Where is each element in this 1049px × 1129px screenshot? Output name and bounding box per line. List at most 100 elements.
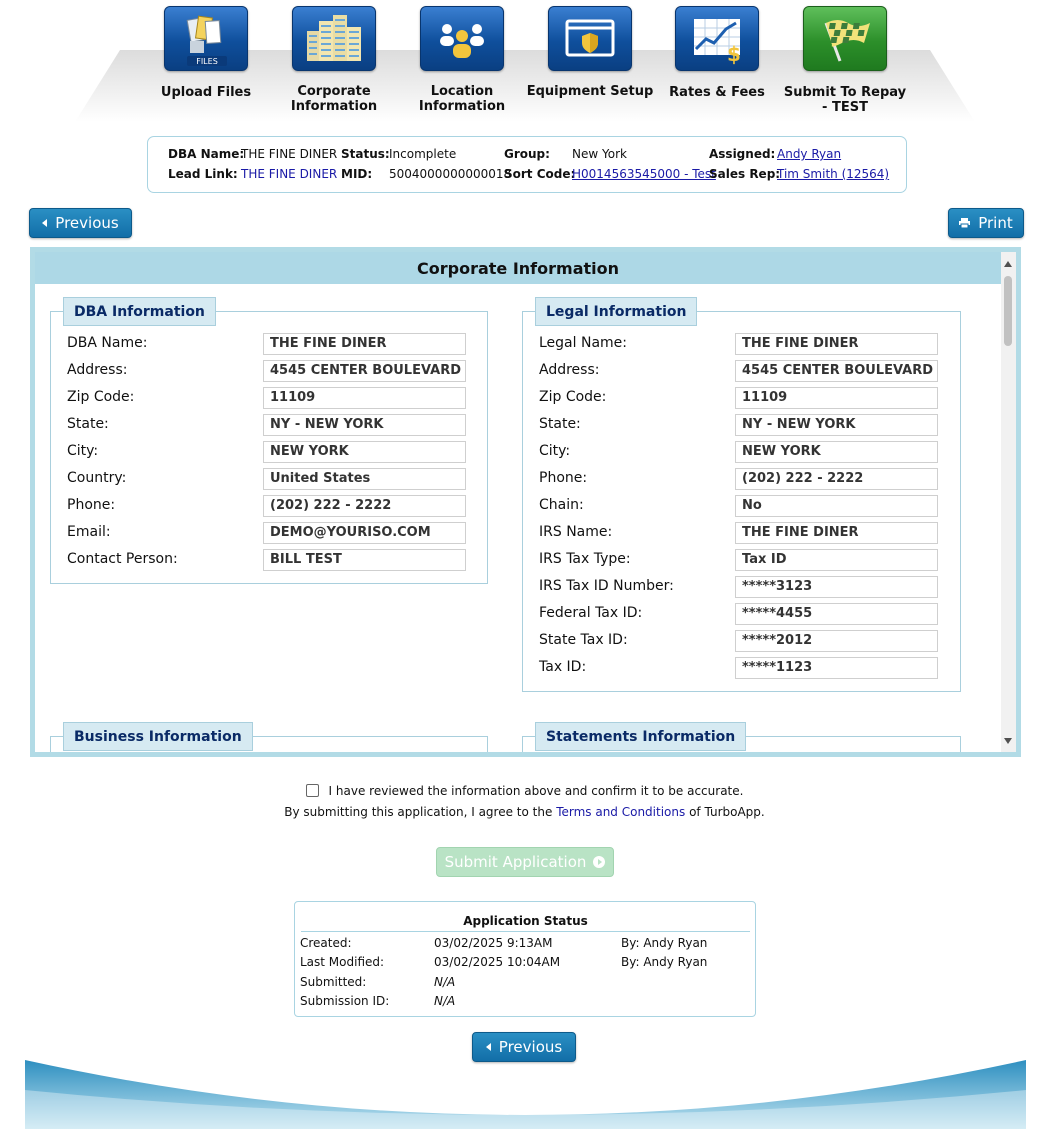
field-value: (202) 222 - 2222: [735, 468, 938, 490]
agree-text-suffix: of TurboApp.: [689, 805, 765, 819]
dba-field-row: DBA Name: THE FINE DINER: [67, 333, 487, 355]
created-label: Created:: [300, 936, 352, 950]
field-value: 4545 CENTER BOULEVARD: [735, 360, 938, 382]
scroll-down-arrow-icon[interactable]: [1004, 738, 1012, 744]
field-value: NEW YORK: [263, 441, 466, 463]
mid-value: 5004000000000018: [389, 167, 512, 181]
print-label: Print: [978, 214, 1013, 232]
created-value: 03/02/2025 9:13AM: [434, 936, 553, 950]
business-information-section: Business Information: [50, 722, 488, 752]
legal-field-row: Legal Name: THE FINE DINER: [539, 333, 959, 355]
previous-label: Previous: [55, 214, 119, 232]
field-value: 4545 CENTER BOULEVARD: [263, 360, 466, 382]
field-label: City:: [539, 443, 571, 459]
field-value: Tax ID: [735, 549, 938, 571]
scroll-thumb[interactable]: [1004, 276, 1012, 346]
status-value: Incomplete: [389, 147, 457, 161]
sort-code-link[interactable]: H0014563545000 - Test: [572, 167, 716, 181]
previous-button-bottom[interactable]: Previous: [472, 1032, 576, 1062]
legal-field-row: Tax ID: *****1123: [539, 657, 959, 679]
field-value: (202) 222 - 2222: [263, 495, 466, 517]
legal-information-legend: Legal Information: [535, 297, 698, 326]
submit-application-button[interactable]: Submit Application: [436, 847, 614, 877]
printer-icon: [959, 218, 971, 228]
nav-rates-fees[interactable]: $ Rates & Fees: [652, 6, 782, 100]
nav-submit-to-repay[interactable]: Submit To Repay - TEST: [780, 6, 910, 115]
field-label: Address:: [539, 362, 600, 378]
field-label: State:: [67, 416, 109, 432]
field-label: Federal Tax ID:: [539, 605, 643, 621]
field-value: DEMO@YOURISO.COM: [263, 522, 466, 544]
submission-id-value: N/A: [434, 994, 456, 1008]
confirm-checkbox[interactable]: [305, 784, 319, 797]
assigned-label: Assigned:: [709, 147, 776, 161]
legal-field-row: Federal Tax ID: *****4455: [539, 603, 959, 625]
field-value: No: [735, 495, 938, 517]
field-value: *****1123: [735, 657, 938, 679]
legal-field-row: Phone: (202) 222 - 2222: [539, 468, 959, 490]
legal-field-row: Address: 4545 CENTER BOULEVARD: [539, 360, 959, 382]
application-status-title: Application Status: [301, 914, 750, 932]
statements-information-legend: Statements Information: [535, 722, 747, 751]
scroll-up-arrow-icon[interactable]: [1004, 261, 1012, 267]
dba-field-row: City: NEW YORK: [67, 441, 487, 463]
corporate-information-panel[interactable]: Corporate Information DBA Information DB…: [30, 247, 1021, 757]
svg-text:$: $: [727, 42, 741, 66]
dba-field-row: Country: United States: [67, 468, 487, 490]
application-status-box: Application Status Created: 03/02/2025 9…: [294, 901, 756, 1017]
last-modified-value: 03/02/2025 10:04AM: [434, 955, 561, 969]
field-value: THE FINE DINER: [735, 522, 938, 544]
print-button[interactable]: Print: [948, 208, 1024, 238]
field-label: Address:: [67, 362, 128, 378]
statements-information-section: Statements Information: [522, 722, 961, 752]
nav-corporate-information[interactable]: Corporate Information: [269, 6, 399, 114]
field-value: NY - NEW YORK: [263, 414, 466, 436]
last-modified-label: Last Modified:: [300, 955, 385, 969]
terms-and-conditions-link[interactable]: Terms and Conditions: [556, 805, 685, 819]
dba-name-value: THE FINE DINER: [241, 147, 338, 161]
legal-field-row: State Tax ID: *****2012: [539, 630, 959, 652]
legal-field-row: Zip Code: 11109: [539, 387, 959, 409]
submitted-value: N/A: [434, 975, 456, 989]
lead-link[interactable]: THE FINE DINER: [241, 167, 337, 181]
field-value: NEW YORK: [735, 441, 938, 463]
sales-rep-link[interactable]: Tim Smith (12564): [777, 167, 889, 181]
legal-field-row: IRS Tax ID Number: *****3123: [539, 576, 959, 598]
field-label: Country:: [67, 470, 127, 486]
field-label: Zip Code:: [67, 389, 135, 405]
assigned-link[interactable]: Andy Ryan: [777, 147, 841, 161]
field-value: *****3123: [735, 576, 938, 598]
mid-label: MID:: [341, 167, 373, 181]
field-value: THE FINE DINER: [735, 333, 938, 355]
dba-field-row: Phone: (202) 222 - 2222: [67, 495, 487, 517]
legal-field-row: IRS Tax Type: Tax ID: [539, 549, 959, 571]
dba-name-label: DBA Name:: [168, 147, 245, 161]
field-label: Chain:: [539, 497, 584, 513]
field-label: Zip Code:: [539, 389, 607, 405]
dba-field-row: Email: DEMO@YOURISO.COM: [67, 522, 487, 544]
field-value: *****2012: [735, 630, 938, 652]
field-label: IRS Tax ID Number:: [539, 578, 674, 594]
chart-dollar-icon: $: [675, 6, 759, 71]
nav-location-information[interactable]: Location Information: [397, 6, 527, 114]
field-value: 11109: [263, 387, 466, 409]
field-label: State:: [539, 416, 581, 432]
secure-window-icon: [548, 6, 632, 71]
previous-button-top[interactable]: Previous: [29, 208, 132, 238]
submission-id-label: Submission ID:: [300, 994, 390, 1008]
nav-label: Upload Files: [160, 85, 252, 100]
legal-field-row: IRS Name: THE FINE DINER: [539, 522, 959, 544]
panel-title: Corporate Information: [35, 252, 1001, 284]
nav-upload-files[interactable]: FILES Upload Files: [141, 6, 271, 100]
field-value: THE FINE DINER: [263, 333, 466, 355]
panel-scrollbar[interactable]: [1001, 252, 1016, 752]
field-value: 11109: [735, 387, 938, 409]
modified-by: By: Andy Ryan: [621, 955, 708, 969]
dba-field-row: State: NY - NEW YORK: [67, 414, 487, 436]
nav-equipment-setup[interactable]: Equipment Setup: [525, 6, 655, 99]
group-label: Group:: [504, 147, 550, 161]
field-value: BILL TEST: [263, 549, 466, 571]
field-label: State Tax ID:: [539, 632, 628, 648]
field-value: *****4455: [735, 603, 938, 625]
caret-left-icon: [42, 219, 48, 227]
